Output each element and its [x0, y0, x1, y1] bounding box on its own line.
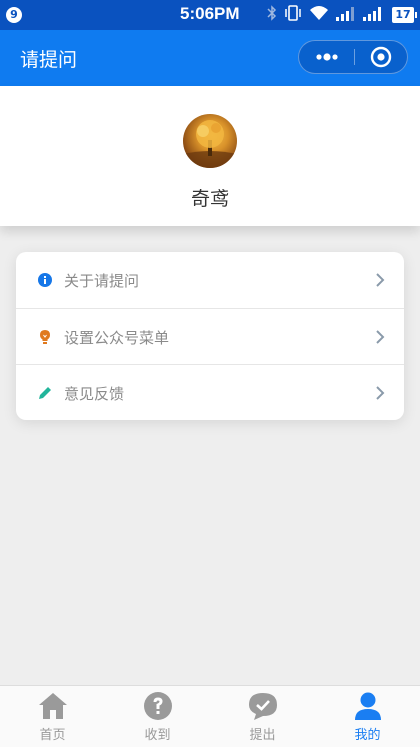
vibrate-icon	[284, 5, 302, 25]
close-button[interactable]	[355, 41, 408, 73]
more-dots-icon	[316, 53, 338, 61]
tab-label: 提出	[249, 728, 276, 743]
avatar[interactable]	[183, 114, 237, 168]
tab-ask[interactable]: 提出	[210, 686, 315, 747]
target-circle-icon	[370, 46, 392, 68]
tab-label: 收到	[144, 728, 171, 743]
menu-item-official-account[interactable]: 设置公众号菜单	[16, 308, 404, 364]
menu-card: 关于请提问 设置公众号菜单 意见反馈	[16, 252, 404, 420]
tab-received[interactable]: 收到	[105, 686, 210, 747]
menu-item-label: 意见反馈	[64, 385, 125, 403]
signal-icon	[363, 6, 385, 25]
status-icons: 17	[267, 5, 417, 25]
tab-bar: 首页 收到 提出 我的	[0, 685, 420, 747]
page-title: 请提问	[20, 49, 78, 71]
signal-icon	[336, 6, 356, 25]
avatar-image	[183, 120, 237, 168]
chat-check-icon	[249, 693, 277, 720]
status-time: 5:06PM	[180, 4, 240, 23]
tab-mine[interactable]: 我的	[315, 686, 420, 747]
menu-item-label: 关于请提问	[64, 272, 140, 290]
menu-item-label: 设置公众号菜单	[64, 329, 170, 347]
info-icon	[38, 273, 52, 287]
question-icon	[144, 692, 172, 720]
profile-header: 奇鸢	[0, 86, 420, 226]
mini-program-capsule	[298, 40, 408, 74]
lightbulb-icon	[40, 330, 50, 344]
home-icon	[39, 693, 67, 719]
status-bar: 9 5:06PM 17	[0, 0, 420, 30]
pencil-icon	[39, 387, 51, 399]
tab-home[interactable]: 首页	[0, 686, 105, 747]
nav-bar: 请提问	[0, 30, 420, 86]
chevron-right-icon	[376, 386, 385, 400]
chevron-right-icon	[376, 273, 385, 287]
notification-badge: 9	[6, 7, 22, 23]
tab-label: 首页	[39, 728, 66, 743]
tab-label: 我的	[354, 728, 381, 743]
wifi-icon	[309, 5, 329, 25]
more-button[interactable]	[299, 41, 354, 73]
menu-item-feedback[interactable]: 意见反馈	[16, 364, 404, 420]
menu-item-about[interactable]: 关于请提问	[16, 252, 404, 308]
battery-icon: 17	[392, 7, 417, 23]
bluetooth-icon	[267, 5, 277, 25]
person-icon	[355, 692, 381, 720]
username: 奇鸢	[190, 188, 229, 210]
chevron-right-icon	[376, 330, 385, 344]
